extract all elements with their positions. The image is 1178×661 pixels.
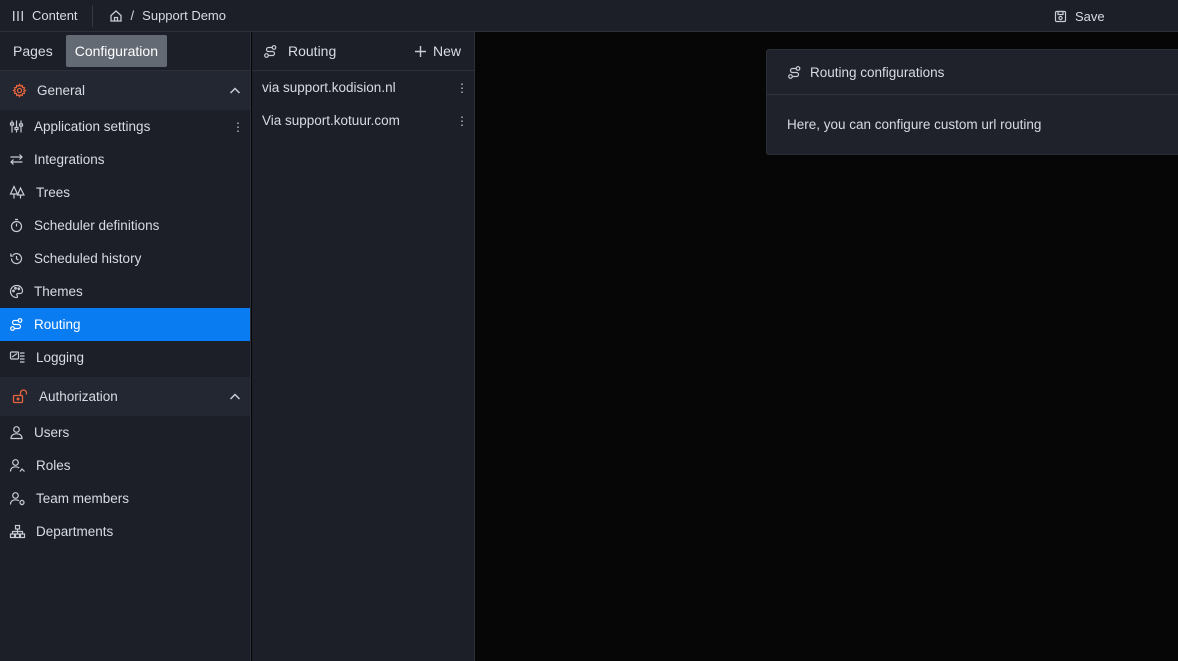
route-icon [263, 44, 278, 59]
list-item[interactable]: Via support.kotuur.com ⋮ [252, 104, 474, 137]
sidebar-item-label: Departments [36, 524, 114, 539]
sidebar-item-label: Scheduler definitions [34, 218, 160, 233]
more-options-icon[interactable]: ⋮ [456, 81, 468, 95]
sidebar-item-label: Roles [36, 458, 71, 473]
sliders-icon [9, 119, 24, 134]
columns-icon [12, 10, 24, 22]
palette-icon [9, 284, 24, 299]
home-icon[interactable] [109, 9, 123, 23]
logging-icon [9, 350, 26, 365]
sidebar-item-trees[interactable]: Trees [0, 176, 250, 209]
tab-configuration[interactable]: Configuration [65, 35, 167, 67]
unlock-icon [12, 389, 29, 404]
section-general-label: General [37, 83, 86, 98]
new-label: New [432, 43, 461, 59]
sidebar-item-users[interactable]: Users [0, 416, 250, 449]
content-label: Content [32, 8, 78, 23]
breadcrumb-page[interactable]: Support Demo [142, 8, 226, 23]
sidebar-item-themes[interactable]: Themes [0, 275, 250, 308]
routing-list-header: Routing New [252, 32, 474, 71]
list-item[interactable]: via support.kodision.nl ⋮ [252, 71, 474, 104]
routing-info-card: Routing configurations Here, you can con… [766, 49, 1178, 155]
new-button[interactable]: New [414, 43, 461, 59]
save-label: Save [1075, 8, 1105, 24]
sidebar-tabs: Pages Configuration [0, 32, 250, 71]
sidebar-item-scheduled-history[interactable]: Scheduled history [0, 242, 250, 275]
card-body: Here, you can configure custom url routi… [787, 117, 1042, 132]
sidebar: Pages Configuration General Application … [0, 32, 251, 661]
arrows-icon [9, 152, 24, 167]
list-item-label: Via support.kotuur.com [262, 113, 400, 128]
sidebar-item-team-members[interactable]: Team members [0, 482, 250, 515]
sidebar-item-label: Routing [34, 317, 81, 332]
content-switcher[interactable]: Content [0, 0, 92, 31]
roles-icon [9, 458, 26, 473]
sidebar-item-label: Trees [36, 185, 71, 200]
route-icon [787, 65, 802, 80]
list-item-label: via support.kodision.nl [262, 80, 396, 95]
sidebar-item-label: Application settings [34, 119, 151, 134]
sidebar-item-routing[interactable]: Routing [0, 308, 250, 341]
breadcrumb-separator: / [130, 8, 135, 23]
route-icon [9, 317, 24, 332]
sidebar-item-integrations[interactable]: Integrations [0, 143, 250, 176]
more-options-icon[interactable]: ⋮ [456, 114, 468, 128]
tab-pages[interactable]: Pages [4, 35, 62, 67]
sidebar-item-logging[interactable]: Logging [0, 341, 250, 374]
sidebar-item-label: Users [34, 425, 70, 440]
more-options-icon[interactable]: ⋮ [232, 120, 244, 134]
section-authorization[interactable]: Authorization [0, 377, 250, 416]
chevron-up-icon[interactable] [228, 84, 242, 98]
top-bar: Content / Support Demo Save [0, 0, 1178, 32]
timer-icon [9, 218, 24, 233]
sidebar-item-label: Integrations [34, 152, 105, 167]
sidebar-item-label: Scheduled history [34, 251, 142, 266]
team-icon [9, 491, 26, 506]
chevron-up-icon[interactable] [228, 390, 242, 404]
breadcrumb: / Support Demo [93, 8, 226, 23]
routing-list-panel: Routing New via support.kodision.nl ⋮ Vi… [252, 32, 475, 661]
history-icon [9, 251, 24, 266]
save-icon [1054, 10, 1067, 23]
trees-icon [9, 185, 26, 200]
sidebar-item-scheduler-definitions[interactable]: Scheduler definitions [0, 209, 250, 242]
card-title: Routing configurations [810, 64, 945, 80]
sidebar-item-label: Themes [34, 284, 83, 299]
save-button[interactable]: Save [1054, 0, 1105, 32]
card-header: Routing configurations [767, 50, 1178, 95]
user-icon [9, 425, 24, 440]
sidebar-item-departments[interactable]: Departments [0, 515, 250, 548]
sidebar-item-label: Logging [36, 350, 85, 365]
sidebar-item-application-settings[interactable]: Application settings ⋮ [0, 110, 250, 143]
sidebar-item-roles[interactable]: Roles [0, 449, 250, 482]
sidebar-item-label: Team members [36, 491, 130, 506]
section-authorization-label: Authorization [39, 389, 118, 404]
departments-icon [9, 524, 26, 539]
gear-icon [12, 83, 27, 98]
section-general[interactable]: General [0, 71, 250, 110]
routing-list-title: Routing [288, 43, 337, 59]
plus-icon [414, 45, 427, 58]
